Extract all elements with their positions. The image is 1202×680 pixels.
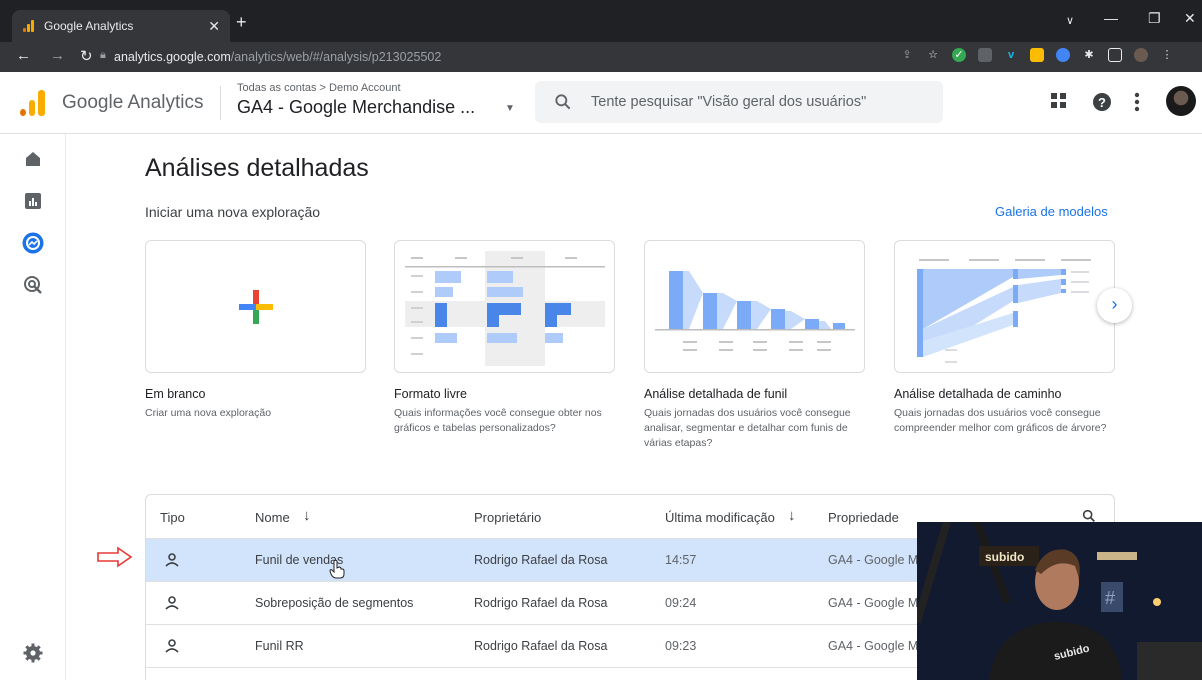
template-card-free-form[interactable] [394,240,615,373]
vimeo-extension-icon[interactable]: v [1004,48,1018,62]
sort-arrow-down-icon[interactable]: ↓ [788,507,796,524]
extensions-puzzle-icon[interactable]: ✱ [1082,48,1096,62]
bookmark-star-icon[interactable]: ☆ [926,48,940,62]
lock-icon: 🔒︎ [100,49,106,61]
studio-sign-text: subido [985,550,1024,564]
ga-header: Google Analytics Todas as contas > Demo … [0,72,1202,134]
google-analytics-favicon-icon [22,19,36,33]
template-description: Quais jornadas dos usuários você consegu… [894,407,1107,434]
home-icon[interactable] [22,148,44,170]
free-form-thumbnail [405,251,605,366]
template-title: Análise detalhada de funil [644,387,788,401]
template-card-funnel[interactable] [644,240,865,373]
red-arrow-annotation-icon [97,546,133,568]
next-templates-chevron-icon[interactable]: › [1097,288,1132,323]
side-panel-icon[interactable] [1108,48,1122,62]
restore-icon[interactable]: ❐ [1148,10,1161,27]
explore-icon[interactable] [22,232,44,254]
template-description: Quais jornadas dos usuários você consegu… [644,407,851,449]
person-icon [165,639,179,653]
minimize-icon[interactable]: — [1104,10,1118,26]
template-description: Quais informações você consegue obter no… [394,407,602,434]
advertising-icon[interactable] [22,274,44,296]
exploration-modified: 14:57 [665,553,697,567]
browser-tab-bar: Google Analytics ✕ + ∨ — ❐ ✕ [0,0,1202,42]
extension-blue-icon[interactable] [1056,48,1070,62]
exploration-modified: 09:24 [665,596,697,610]
svg-text:#: # [1105,588,1115,608]
profile-icon[interactable] [1134,48,1148,62]
hand-cursor-icon [329,559,345,579]
tab-title: Google Analytics [44,19,134,33]
path-thumbnail [917,259,1091,363]
person-icon [165,553,179,567]
funnel-thumbnail [655,271,855,351]
apps-grid-icon[interactable] [1050,92,1068,110]
template-card-path[interactable] [894,240,1115,373]
back-icon[interactable]: ← [16,47,31,64]
help-icon[interactable]: ? [1092,92,1112,112]
column-header-owner[interactable]: Proprietário [474,510,541,525]
template-title: Análise detalhada de caminho [894,387,1062,401]
property-selector[interactable]: GA4 - Google Merchandise ... [237,97,475,118]
tab-close-icon[interactable]: ✕ [208,18,220,35]
presenter-video-frame: subido # subido [917,522,1202,680]
address-bar: ← → ↻ 🔒︎ analytics.google.com/analytics/… [0,42,1202,72]
exploration-property: GA4 - Google Me [828,639,926,653]
new-exploration-heading: Iniciar uma nova exploração [145,204,321,220]
exploration-property: GA4 - Google Me [828,596,926,610]
webcam-overlay: subido # subido [917,522,1202,680]
extensions-bar: ⇪ ☆ ✓ v ✱ ⋮ [900,48,1174,62]
extension-yellow-icon[interactable] [1030,48,1044,62]
google-analytics-logo-icon [20,90,46,116]
reports-icon[interactable] [22,190,44,212]
reload-icon[interactable]: ↻ [80,47,93,65]
template-card-blank[interactable] [145,240,366,373]
url-field[interactable]: analytics.google.com/analytics/web/#/ana… [114,47,894,67]
exploration-name[interactable]: Sobreposição de segmentos [255,596,413,610]
column-header-property[interactable]: Propriedade [828,510,899,525]
search-bar[interactable] [535,81,943,123]
extension-dev-icon[interactable] [978,48,992,62]
exploration-owner: Rodrigo Rafael da Rosa [474,596,608,610]
extension-check-icon[interactable]: ✓ [952,48,966,62]
exploration-owner: Rodrigo Rafael da Rosa [474,639,608,653]
tab-search-icon[interactable]: ∨ [1066,14,1074,27]
settings-gear-icon[interactable] [22,642,44,664]
new-tab-icon[interactable]: + [236,12,247,33]
dropdown-caret-icon[interactable]: ▼ [505,103,515,114]
left-nav-rail [0,134,66,680]
chrome-menu-icon[interactable]: ⋮ [1160,48,1174,62]
plus-icon [239,290,273,324]
product-name: Google Analytics [62,92,204,113]
header-divider [220,86,221,120]
forward-icon[interactable]: → [50,47,65,64]
browser-tab[interactable]: Google Analytics ✕ [12,10,230,42]
more-vert-icon[interactable] [1134,92,1140,112]
template-title: Em branco [145,387,206,401]
exploration-name[interactable]: Funil RR [255,639,304,653]
sort-arrow-down-icon[interactable]: ↓ [303,507,311,524]
page-title: Análises detalhadas [145,154,369,182]
account-breadcrumb[interactable]: Todas as contas > Demo Account [237,82,401,94]
share-icon[interactable]: ⇪ [900,48,914,62]
exploration-property: GA4 - Google Me [828,553,926,567]
person-icon [165,596,179,610]
window-close-icon[interactable]: ✕ [1184,10,1196,27]
column-header-last-modified[interactable]: Última modificação [665,510,775,525]
template-description: Criar uma nova exploração [145,407,272,419]
search-icon [555,94,571,110]
column-header-type[interactable]: Tipo [160,510,185,525]
exploration-modified: 09:23 [665,639,697,653]
search-input[interactable] [591,81,931,123]
column-header-name[interactable]: Nome [255,510,290,525]
svg-text:?: ? [1098,95,1106,110]
template-title: Formato livre [394,387,467,401]
exploration-owner: Rodrigo Rafael da Rosa [474,553,608,567]
template-gallery-link[interactable]: Galeria de modelos [995,204,1108,219]
avatar[interactable] [1166,86,1196,116]
